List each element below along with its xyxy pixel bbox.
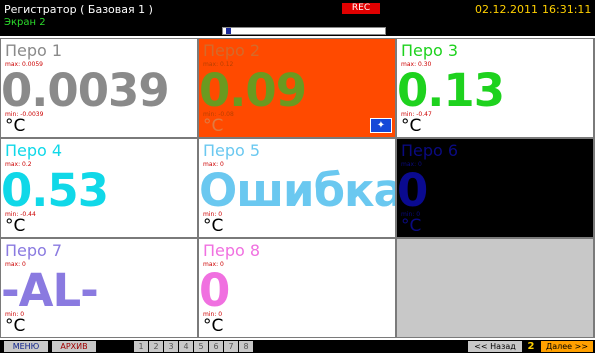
channel-cell[interactable]: Перо 7 max: 0 -AL- min: 0 °C	[1, 239, 197, 337]
time-display: 16:31:11	[542, 3, 592, 16]
channel-unit: °C	[5, 116, 26, 136]
expand-icon[interactable]: ✦	[370, 118, 392, 133]
channel-name: Перо 2	[203, 41, 261, 60]
rec-indicator: REC	[342, 3, 380, 14]
date-display: 02.12.2011	[475, 3, 538, 16]
channel-value: -AL-	[1, 264, 99, 317]
page-button[interactable]: 3	[164, 341, 178, 352]
channel-cell[interactable]: Перо 2 max: 0.12 0.09 min: -0.08 °C ✦	[199, 39, 395, 137]
channel-value: 0	[199, 264, 230, 317]
screen-label: Экран 2	[4, 17, 46, 28]
channel-cell[interactable]: Перо 8 max: 0 0 min: 0 °C	[199, 239, 395, 337]
progress-marker	[226, 28, 231, 34]
channel-unit: °C	[5, 316, 26, 336]
channel-cell[interactable]: Перо 3 max: 0.30 0.13 min: -0.47 °C	[397, 39, 593, 137]
back-button[interactable]: << Назад	[468, 341, 522, 352]
channel-value: Ошибка	[199, 164, 395, 217]
channel-unit: °C	[5, 216, 26, 236]
channel-cell[interactable]: Перо 5 max: 0 Ошибка min: 0 °C	[199, 139, 395, 237]
channel-cell[interactable]: Перо 6 max: 0 0 min: 0 °C	[397, 139, 593, 237]
channel-value: 0.09	[199, 64, 307, 117]
channel-name: Перо 6	[401, 141, 459, 160]
channel-unit: °C	[401, 216, 422, 236]
channel-unit: °C	[203, 316, 224, 336]
channel-value: 0.0039	[1, 64, 170, 117]
next-button[interactable]: Далее >>	[541, 341, 593, 352]
channel-value: 0.13	[397, 64, 505, 117]
empty-cell	[397, 239, 593, 337]
page-selector: 12345678	[134, 341, 254, 352]
channel-unit: °C	[203, 216, 224, 236]
channel-cell[interactable]: Перо 1 max: 0.0059 0.0039 min: -0.0039 °…	[1, 39, 197, 137]
channel-name: Перо 1	[5, 41, 63, 60]
page-button[interactable]: 6	[209, 341, 223, 352]
screen-progress-bar	[222, 27, 386, 35]
current-page-indicator: 2	[525, 341, 537, 352]
page-button[interactable]: 7	[224, 341, 238, 352]
page-button[interactable]: 4	[179, 341, 193, 352]
channel-value: 0	[397, 164, 428, 217]
channel-name: Перо 3	[401, 41, 459, 60]
archive-button[interactable]: АРХИВ	[52, 341, 96, 352]
bottom-bar: МЕНЮ АРХИВ 12345678 << Назад 2 Далее >>	[0, 340, 595, 353]
channel-value: 0.53	[1, 164, 109, 217]
page-button[interactable]: 1	[134, 341, 148, 352]
menu-button[interactable]: МЕНЮ	[4, 341, 48, 352]
channel-cell[interactable]: Перо 4 max: 0.2 0.53 min: -0.44 °C	[1, 139, 197, 237]
top-bar: Регистратор ( Базовая 1 ) Экран 2 REC 02…	[0, 0, 595, 36]
channel-grid: Перо 1 max: 0.0059 0.0039 min: -0.0039 °…	[0, 38, 595, 338]
page-button[interactable]: 5	[194, 341, 208, 352]
channel-name: Перо 4	[5, 141, 63, 160]
page-button[interactable]: 2	[149, 341, 163, 352]
window-title: Регистратор ( Базовая 1 )	[4, 3, 153, 16]
channel-unit: °C	[203, 116, 224, 136]
channel-name: Перо 5	[203, 141, 261, 160]
page-button[interactable]: 8	[239, 341, 253, 352]
channel-unit: °C	[401, 116, 422, 136]
channel-name: Перо 8	[203, 241, 261, 260]
channel-name: Перо 7	[5, 241, 63, 260]
